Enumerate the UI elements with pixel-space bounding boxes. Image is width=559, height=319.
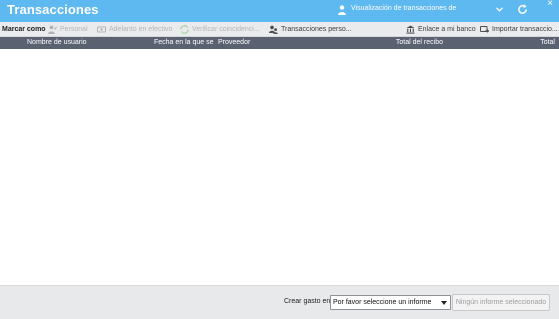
import-transactions-label: Importar transaccio...	[492, 25, 558, 33]
personal-transactions-label: Transacciones perso...	[281, 25, 352, 33]
mark-as-label: Marcar como	[2, 22, 46, 37]
link-bank-button[interactable]: Enlace a mi banco	[406, 22, 476, 37]
users-icon	[269, 25, 278, 34]
table-header: Nombre de usuario Fecha en la que se i P…	[0, 37, 559, 49]
create-expense-label: Crear gasto en:	[284, 298, 333, 305]
report-select[interactable]: Por favor seleccione un informe	[330, 295, 451, 310]
link-bank-label: Enlace a mi banco	[418, 25, 476, 33]
person-icon	[338, 5, 346, 15]
person-icon	[48, 25, 57, 34]
report-select-value: Por favor seleccione un informe	[333, 299, 432, 306]
footer: Crear gasto en: Por favor seleccione un …	[0, 285, 559, 319]
column-header-receipt-total[interactable]: Total del recibo	[396, 37, 443, 49]
match-icon	[180, 25, 189, 34]
import-transactions-button[interactable]: Importar transaccio...	[480, 22, 558, 37]
column-header-total[interactable]: Total	[540, 37, 555, 49]
view-transactions-label: Visualización de transacciones de	[351, 5, 457, 12]
column-header-vendor[interactable]: Proveedor	[218, 37, 298, 49]
cash-advance-button[interactable]: Adelanto en efectivo	[97, 22, 172, 37]
verify-matches-label: Verificar coincidenci...	[192, 25, 260, 33]
mark-personal-button[interactable]: Personal	[48, 22, 88, 37]
toolbar: Marcar como Personal Adelanto en efectiv…	[0, 22, 559, 37]
window-title: Transacciones	[7, 2, 99, 17]
import-icon	[480, 26, 489, 33]
transactions-table-body	[0, 49, 559, 285]
mark-personal-label: Personal	[60, 25, 88, 33]
chevron-down-icon[interactable]	[496, 7, 503, 12]
mark-as-text: Marcar como	[2, 25, 46, 33]
cash-advance-label: Adelanto en efectivo	[109, 25, 173, 33]
cash-icon	[97, 26, 106, 33]
personal-transactions-button[interactable]: Transacciones perso...	[269, 22, 352, 37]
verify-matches-button[interactable]: Verificar coincidenci...	[180, 22, 260, 37]
chevron-down-icon	[441, 301, 447, 305]
bank-icon	[406, 25, 415, 34]
column-header-username[interactable]: Nombre de usuario	[27, 37, 137, 49]
refresh-icon[interactable]	[517, 4, 528, 15]
no-report-selected-button[interactable]: Ningún informe seleccionado	[452, 294, 550, 311]
close-button[interactable]: ×	[547, 0, 553, 11]
column-header-date[interactable]: Fecha en la que se i	[154, 37, 215, 49]
